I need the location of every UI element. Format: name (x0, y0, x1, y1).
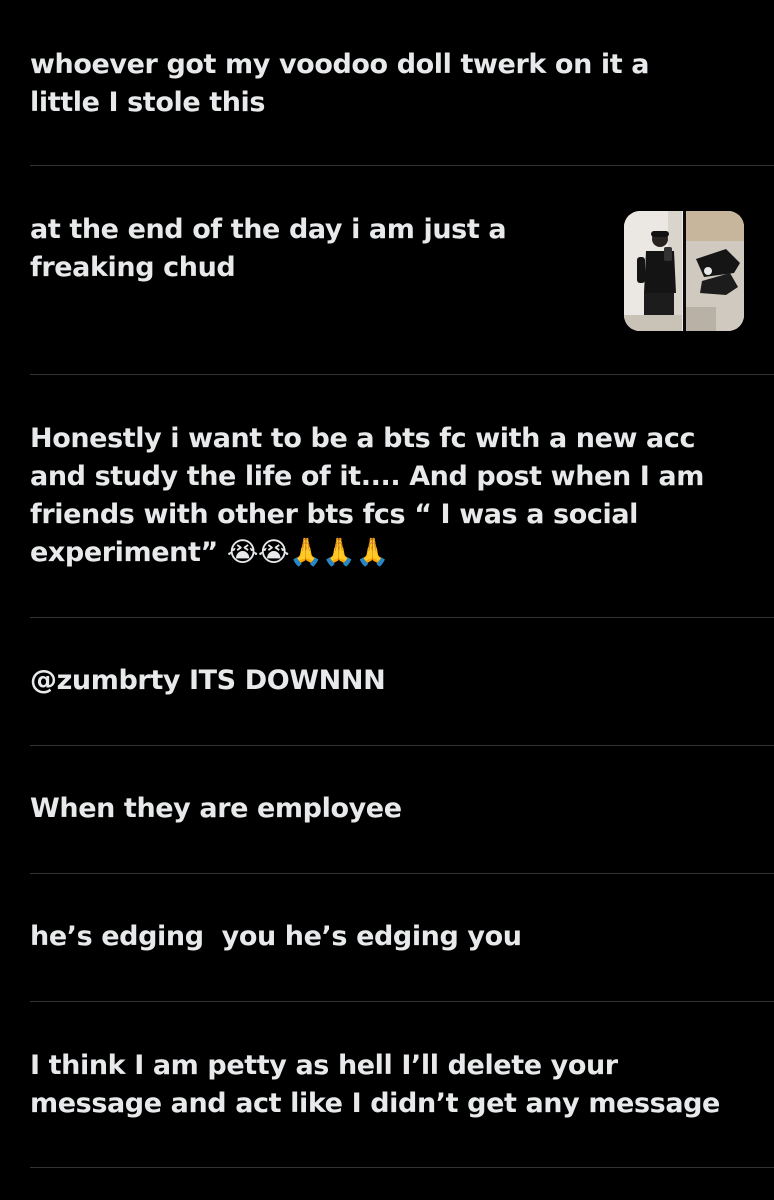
mirror-selfie-photo (624, 211, 683, 331)
post-divider (30, 873, 774, 874)
post-item[interactable]: whoever got my voodoo doll twerk on it a… (30, 46, 744, 122)
post-text: When they are employee (30, 793, 402, 824)
post-divider (30, 374, 774, 375)
post-text: Honestly i want to be a bts fc with a ne… (30, 423, 704, 568)
post-item[interactable]: When they are employee (30, 790, 744, 828)
post-text: he’s edging you he’s edging you (30, 921, 522, 952)
post-divider (30, 165, 774, 166)
post-media-thumbnail[interactable] (624, 211, 744, 331)
post-divider (30, 745, 774, 746)
post-item[interactable]: Honestly i want to be a bts fc with a ne… (30, 420, 744, 572)
post-item[interactable]: I think I am petty as hell I’ll delete y… (30, 1047, 744, 1123)
post-text: at the end of the day i am just a freaki… (30, 214, 507, 283)
post-item[interactable]: he’s edging you he’s edging you (30, 918, 744, 956)
post-item[interactable]: at the end of the day i am just a freaki… (30, 211, 744, 331)
post-divider (30, 1001, 774, 1002)
post-text: I think I am petty as hell I’ll delete y… (30, 1050, 720, 1119)
post-divider (30, 1167, 774, 1168)
post-feed: whoever got my voodoo doll twerk on it a… (0, 0, 774, 1200)
post-text: @zumbrty ITS DOWNNN (30, 665, 386, 696)
shoes-on-floor-photo (685, 211, 744, 331)
post-divider (30, 617, 774, 618)
post-item[interactable]: @zumbrty ITS DOWNNN (30, 662, 744, 700)
post-text: whoever got my voodoo doll twerk on it a… (30, 49, 650, 118)
